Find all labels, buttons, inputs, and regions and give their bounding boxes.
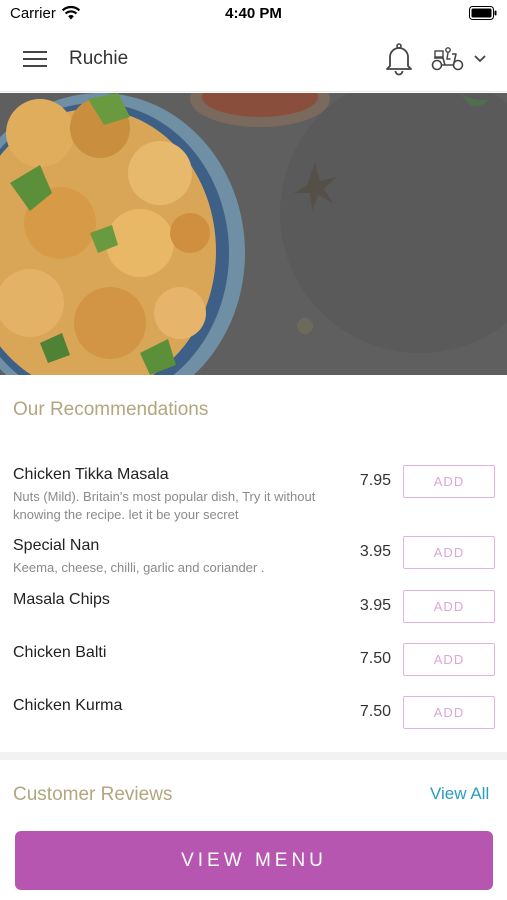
item-description: Keema, cheese, chilli, garlic and corian… xyxy=(13,559,353,577)
item-name: Chicken Balti xyxy=(13,644,107,661)
item-price: 7.95 xyxy=(359,472,391,489)
item-description-line: knowing the recipe. let it be your secre… xyxy=(13,507,239,522)
item-description-line: Keema, cheese, chilli, garlic and corian… xyxy=(13,560,265,575)
menu-item: Chicken Kurma 7.50 ADD xyxy=(0,696,507,731)
add-button[interactable]: ADD xyxy=(403,696,495,729)
add-button[interactable]: ADD xyxy=(403,643,495,676)
section-divider xyxy=(0,752,507,760)
menu-item: Masala Chips 3.95 ADD xyxy=(0,590,507,625)
menu-item: Chicken Balti 7.50 ADD xyxy=(0,643,507,678)
clock: 4:40 PM xyxy=(225,5,282,22)
app-title: Ruchie xyxy=(69,48,129,69)
menu-item: Special Nan Keema, cheese, chilli, garli… xyxy=(0,536,507,577)
recommendations-title: Our Recommendations xyxy=(13,399,209,420)
item-name: Special Nan xyxy=(13,537,100,554)
add-button[interactable]: ADD xyxy=(403,536,495,569)
hamburger-icon[interactable] xyxy=(22,46,48,72)
view-menu-button[interactable]: VIEW MENU xyxy=(15,831,493,890)
item-name: Chicken Kurma xyxy=(13,697,123,714)
menu-item: Chicken Tikka Masala Nuts (Mild). Britai… xyxy=(0,465,507,526)
hero-image xyxy=(0,93,507,375)
bell-icon[interactable] xyxy=(384,42,414,76)
chevron-down-icon[interactable] xyxy=(472,52,488,64)
status-bar: Carrier 4:40 PM xyxy=(0,0,507,26)
battery-icon xyxy=(469,6,497,20)
item-price: 7.50 xyxy=(359,650,391,667)
item-name: Masala Chips xyxy=(13,591,110,608)
item-description: Nuts (Mild). Britain's most popular dish… xyxy=(13,488,353,524)
item-price: 3.95 xyxy=(359,597,391,614)
scooter-icon[interactable] xyxy=(431,46,465,72)
item-price: 7.50 xyxy=(359,703,391,720)
view-all-link[interactable]: View All xyxy=(430,784,489,804)
item-description-line: Nuts (Mild). Britain's most popular dish… xyxy=(13,489,316,504)
app-header: Ruchie xyxy=(0,26,507,92)
add-button[interactable]: ADD xyxy=(403,590,495,623)
reviews-title: Customer Reviews xyxy=(13,784,173,805)
add-button[interactable]: ADD xyxy=(403,465,495,498)
item-name: Chicken Tikka Masala xyxy=(13,466,169,483)
item-price: 3.95 xyxy=(359,543,391,560)
